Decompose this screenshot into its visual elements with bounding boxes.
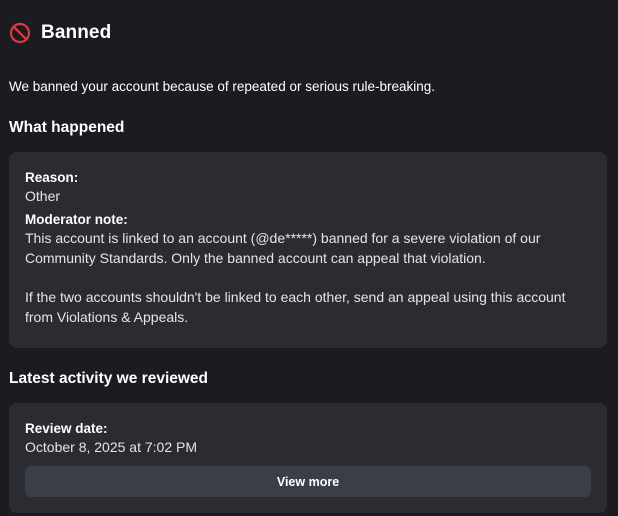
latest-activity-heading: Latest activity we reviewed [9, 370, 209, 387]
moderator-note-label: Moderator note: [25, 212, 128, 227]
reason-value: Other [25, 188, 61, 204]
ban-icon [9, 22, 31, 44]
view-more-button[interactable]: View more [25, 466, 591, 497]
page-header: Banned [9, 21, 111, 45]
moderator-note-paragraph: This account is linked to an account (@d… [25, 230, 541, 266]
page-title: Banned [41, 22, 112, 43]
moderator-note: This account is linked to an account (@d… [25, 228, 591, 327]
review-date-label: Review date: [25, 421, 108, 436]
review-date-value: October 8, 2025 at 7:02 PM [25, 439, 197, 455]
latest-activity-card: Review date: October 8, 2025 at 7:02 PM … [9, 403, 607, 513]
reason-label: Reason: [25, 170, 79, 185]
moderator-note-paragraph: If the two accounts shouldn't be linked … [25, 289, 566, 325]
what-happened-card: Reason: Other Moderator note: This accou… [9, 152, 607, 348]
ban-explanation: We banned your account because of repeat… [9, 79, 436, 94]
what-happened-heading: What happened [9, 119, 125, 136]
